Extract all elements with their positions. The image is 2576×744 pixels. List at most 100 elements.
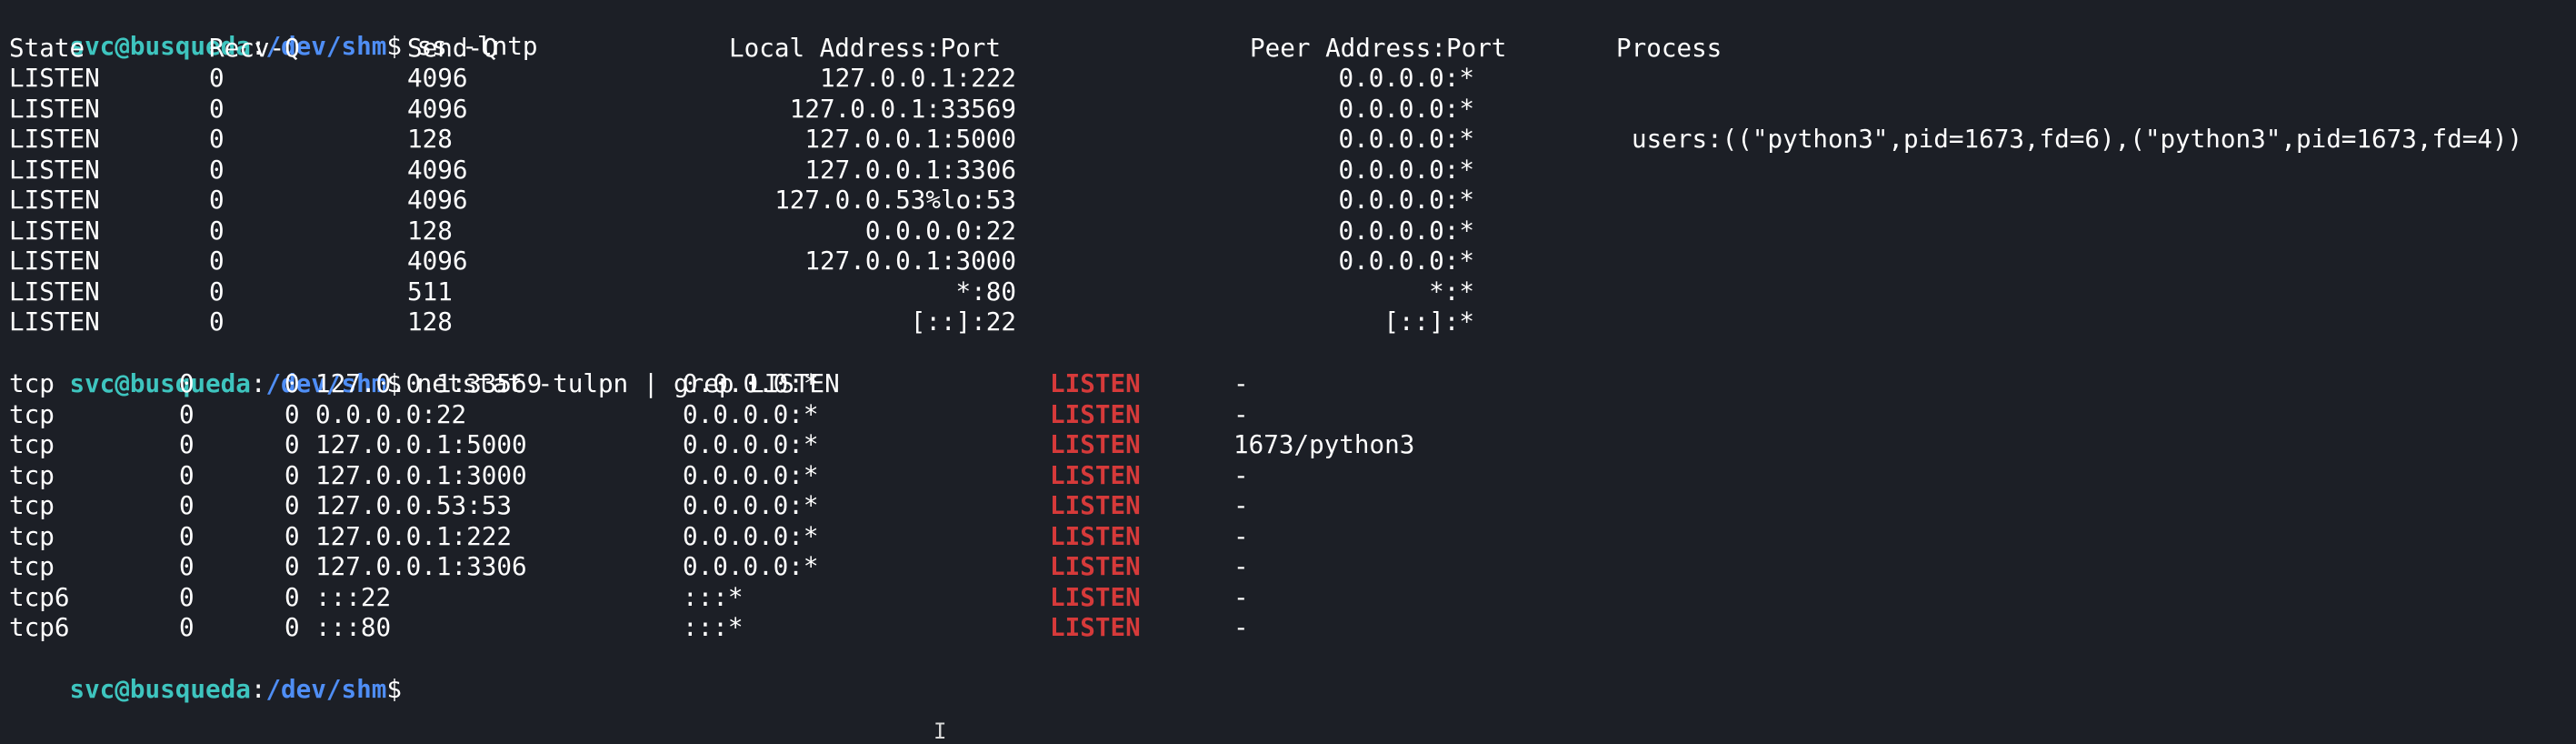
ss-header-peer: Peer Address:Port <box>1250 33 1507 63</box>
ss-cell-peer: [::]:* <box>1383 307 1474 337</box>
prompt-line-netstat: svc@busqueda:/dev/shm$ netstat -tulpn | … <box>9 338 839 398</box>
ss-cell-process: users:(("python3",pid=1673,fd=6),("pytho… <box>1632 124 2523 154</box>
netstat-cell-proto: tcp <box>9 490 55 520</box>
ss-cell-state: LISTEN <box>9 246 100 276</box>
ss-header-sendq: Send-Q <box>407 33 498 63</box>
netstat-cell-local: :::22 <box>315 581 392 612</box>
netstat-row: tcp 0 0 127.0.0.1:33569 0.0.0.0:* LISTEN - <box>9 368 2567 398</box>
ss-cell-recvq: 0 <box>209 124 225 154</box>
ss-cell-local: *:80 <box>955 276 1016 307</box>
netstat-cell-proto: tcp <box>9 459 55 490</box>
prompt-line-current[interactable]: svc@busqueda:/dev/shm$ <box>9 644 402 704</box>
netstat-cell-state: LISTEN <box>1050 459 1141 490</box>
ss-cell-state: LISTEN <box>9 215 100 246</box>
ss-cell-local: 127.0.0.1:3306 <box>804 154 1016 185</box>
ss-row: LISTEN 0 128 0.0.0.0:22 0.0.0.0:* <box>9 216 2567 246</box>
netstat-cell-sendq: 0 <box>285 520 300 551</box>
ss-cell-sendq: 4096 <box>407 185 468 215</box>
netstat-cell-pid: - <box>1233 551 1249 581</box>
netstat-cell-foreign: 0.0.0.0:* <box>683 520 819 551</box>
netstat-cell-foreign: 0.0.0.0:* <box>683 490 819 520</box>
netstat-cell-sendq: 0 <box>285 612 300 642</box>
ss-cell-peer: 0.0.0.0:* <box>1338 93 1474 124</box>
ss-header-state: State <box>9 33 85 63</box>
netstat-cell-local: 127.0.0.1:222 <box>315 520 512 551</box>
ss-cell-sendq: 4096 <box>407 246 468 276</box>
ss-cell-local: 127.0.0.1:3000 <box>804 246 1016 276</box>
ss-cell-state: LISTEN <box>9 154 100 185</box>
ss-cell-local: [::]:22 <box>910 307 1016 337</box>
ss-row: LISTEN 0 511 *:80 *:* <box>9 276 2567 307</box>
prompt-separator: : <box>250 674 266 704</box>
netstat-cell-local: 127.0.0.1:5000 <box>315 429 527 459</box>
ss-row: LISTEN 0 128 [::]:22 [::]:* <box>9 307 2567 337</box>
ss-cell-sendq: 4096 <box>407 154 468 185</box>
netstat-cell-state: LISTEN <box>1050 398 1141 429</box>
ss-cell-sendq: 128 <box>407 307 453 337</box>
ss-cell-local: 127.0.0.53%lo:53 <box>774 185 1016 215</box>
netstat-cell-recvq: 0 <box>179 612 195 642</box>
ss-cell-sendq: 511 <box>407 276 453 307</box>
netstat-cell-pid: - <box>1233 368 1249 398</box>
netstat-cell-recvq: 0 <box>179 459 195 490</box>
ss-cell-state: LISTEN <box>9 307 100 337</box>
ss-cell-peer: *:* <box>1429 276 1474 307</box>
ss-header-process: Process <box>1616 33 1722 63</box>
ss-row: LISTEN 0 4096 127.0.0.1:33569 0.0.0.0:* <box>9 94 2567 124</box>
ss-cell-recvq: 0 <box>209 307 225 337</box>
ss-cell-local: 127.0.0.1:33569 <box>789 93 1016 124</box>
netstat-row: tcp 0 0 0.0.0.0:22 0.0.0.0:* LISTEN - <box>9 399 2567 429</box>
netstat-row: tcp 0 0 127.0.0.1:3306 0.0.0.0:* LISTEN - <box>9 551 2567 581</box>
netstat-cell-pid: - <box>1233 520 1249 551</box>
ss-cell-recvq: 0 <box>209 93 225 124</box>
ss-cell-local: 0.0.0.0:22 <box>864 215 1016 246</box>
ss-cell-sendq: 4096 <box>407 93 468 124</box>
netstat-cell-state: LISTEN <box>1050 581 1141 612</box>
netstat-cell-proto: tcp <box>9 520 55 551</box>
ss-cell-state: LISTEN <box>9 93 100 124</box>
netstat-row: tcp 0 0 127.0.0.1:222 0.0.0.0:* LISTEN - <box>9 521 2567 551</box>
ss-cell-recvq: 0 <box>209 154 225 185</box>
netstat-cell-recvq: 0 <box>179 368 195 398</box>
terminal-window[interactable]: svc@busqueda:/dev/shm$ ss -lntp State Re… <box>9 0 2567 742</box>
netstat-cell-pid: 1673/python3 <box>1233 429 1415 459</box>
netstat-row: tcp6 0 0:::80:::* LISTEN - <box>9 612 2567 642</box>
netstat-row: tcp 0 0 127.0.0.1:5000 0.0.0.0:* LISTEN 1673/p… <box>9 429 2567 459</box>
netstat-cell-recvq: 0 <box>179 551 195 581</box>
netstat-cell-foreign: 0.0.0.0:* <box>683 459 819 490</box>
netstat-cell-foreign: :::* <box>683 612 744 642</box>
netstat-cell-sendq: 0 <box>285 429 300 459</box>
ss-row: LISTEN 0 4096 127.0.0.1:222 0.0.0.0:* <box>9 63 2567 93</box>
netstat-cell-state: LISTEN <box>1050 429 1141 459</box>
netstat-cell-state: LISTEN <box>1050 520 1141 551</box>
netstat-cell-local: 127.0.0.53:53 <box>315 490 512 520</box>
ss-header-row: State Recv-Q Send-Q Local Address:Port P… <box>9 33 2567 63</box>
ss-cell-recvq: 0 <box>209 63 225 93</box>
netstat-cell-proto: tcp <box>9 368 55 398</box>
ss-cell-state: LISTEN <box>9 276 100 307</box>
netstat-cell-pid: - <box>1233 581 1249 612</box>
ss-cell-local: 127.0.0.1:5000 <box>804 124 1016 154</box>
netstat-cell-sendq: 0 <box>285 581 300 612</box>
prompt-path: /dev/shm <box>265 674 387 704</box>
netstat-cell-local: 127.0.0.1:3000 <box>315 459 527 490</box>
netstat-cell-local: 0.0.0.0:22 <box>315 398 467 429</box>
ss-cell-peer: 0.0.0.0:* <box>1338 124 1474 154</box>
netstat-cell-foreign: 0.0.0.0:* <box>683 368 819 398</box>
netstat-cell-pid: - <box>1233 612 1249 642</box>
netstat-cell-sendq: 0 <box>285 490 300 520</box>
netstat-cell-local: 127.0.0.1:33569 <box>315 368 543 398</box>
ss-cell-state: LISTEN <box>9 63 100 93</box>
netstat-cell-pid: - <box>1233 459 1249 490</box>
prompt-line-ss: svc@busqueda:/dev/shm$ ss -lntp <box>9 1 537 61</box>
ss-cell-sendq: 128 <box>407 215 453 246</box>
ss-header-local: Local Address:Port <box>729 33 1002 63</box>
ss-row: LISTEN 0 128 127.0.0.1:5000 0.0.0.0:* users:(… <box>9 124 2567 154</box>
ss-cell-sendq: 4096 <box>407 63 468 93</box>
ss-row: LISTEN 0 4096 127.0.0.1:3000 0.0.0.0:* <box>9 246 2567 276</box>
netstat-cell-pid: - <box>1233 398 1249 429</box>
netstat-cell-recvq: 0 <box>179 581 195 612</box>
netstat-cell-pid: - <box>1233 490 1249 520</box>
netstat-cell-proto: tcp6 <box>9 581 70 612</box>
netstat-cell-sendq: 0 <box>285 551 300 581</box>
